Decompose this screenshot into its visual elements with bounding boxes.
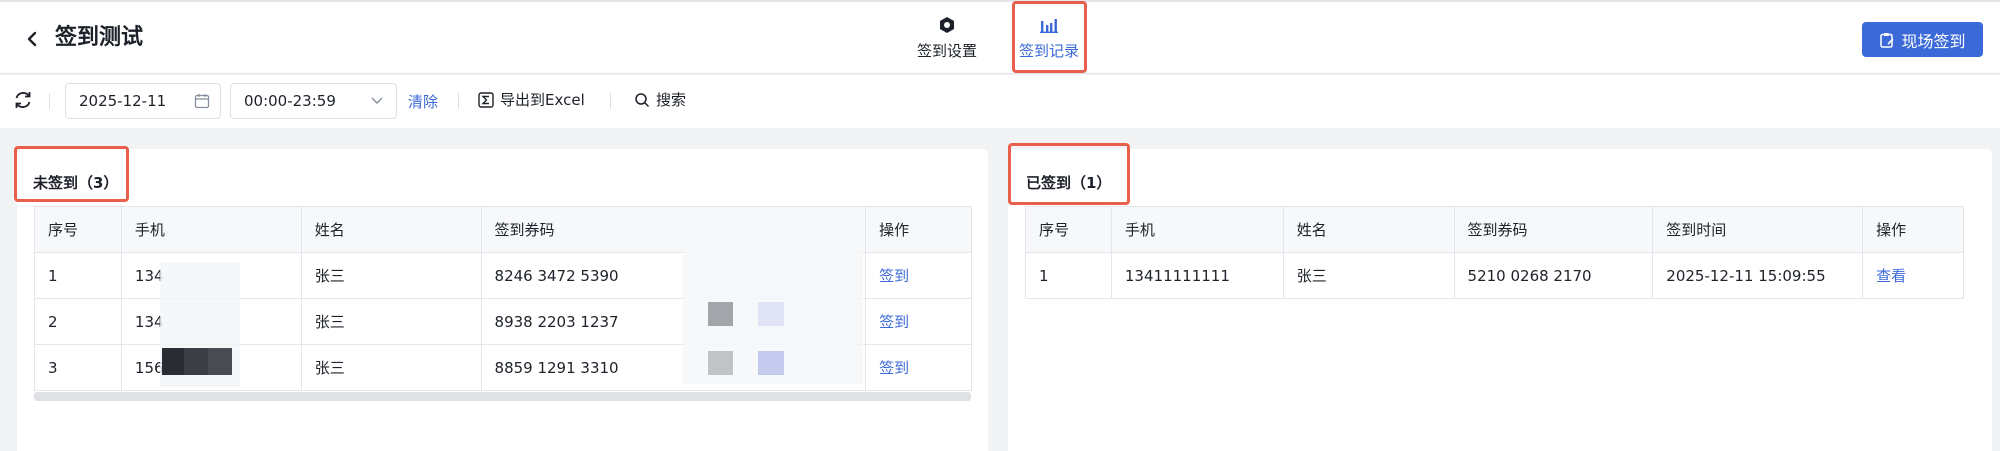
tab-label: 签到设置 bbox=[916, 42, 977, 60]
onsite-signin-button[interactable]: 现场签到 bbox=[1862, 22, 1983, 57]
redacted-block bbox=[708, 351, 733, 375]
signed-panel: 已签到（1） bbox=[1008, 149, 1992, 451]
column-header: 序号 bbox=[1025, 206, 1112, 253]
table-row: 1 13411111111 张三 5210 0268 2170 2025-12-… bbox=[1025, 252, 1964, 299]
column-header: 操作 bbox=[865, 206, 972, 253]
column-header: 签到时间 bbox=[1652, 206, 1864, 253]
column-header: 姓名 bbox=[300, 206, 482, 253]
signin-action-link[interactable]: 签到 bbox=[865, 252, 972, 299]
redacted-block bbox=[708, 302, 733, 326]
redacted-block bbox=[184, 348, 208, 375]
refresh-icon bbox=[15, 92, 31, 108]
column-header: 手机 bbox=[120, 206, 302, 253]
hexagon-settings-icon bbox=[940, 17, 954, 33]
chevron-down-icon bbox=[371, 97, 383, 104]
signin-action-link[interactable]: 签到 bbox=[865, 344, 972, 391]
clear-button[interactable]: 清除 bbox=[408, 91, 438, 112]
calendar-icon bbox=[194, 94, 210, 109]
horizontal-scrollbar[interactable] bbox=[34, 392, 971, 401]
row-number: 3 bbox=[34, 344, 122, 391]
app-header: 签到测试 签到设置 签到记录 现场签到 bbox=[0, 0, 2000, 74]
view-action-link[interactable]: 查看 bbox=[1862, 252, 1964, 299]
name-cell: 张三 bbox=[300, 298, 482, 345]
tab-label: 签到记录 bbox=[1018, 42, 1079, 60]
back-button[interactable] bbox=[22, 24, 44, 54]
time-range-select[interactable]: 00:00-23:59 bbox=[230, 83, 397, 119]
column-header: 手机 bbox=[1110, 206, 1284, 253]
date-value: 2025-12-11 bbox=[79, 92, 167, 110]
search-label: 搜索 bbox=[656, 91, 687, 109]
refresh-button[interactable] bbox=[12, 89, 34, 111]
toolbar: 2025-12-11 00:00-23:59 清除 导出到Excel 搜索 bbox=[0, 75, 2000, 128]
page-title: 签到测试 bbox=[55, 25, 144, 50]
search-button[interactable]: 搜索 bbox=[634, 89, 686, 110]
not-signed-title: 未签到（3） bbox=[33, 174, 119, 192]
row-number: 1 bbox=[34, 252, 122, 299]
signed-title: 已签到（1） bbox=[1026, 174, 1112, 192]
tab-signin-records[interactable]: 签到记录 bbox=[1001, 14, 1097, 66]
signed-table: 序号 手机 姓名 签到券码 签到时间 操作 1 13411111111 张三 5… bbox=[1025, 206, 1964, 299]
row-number: 2 bbox=[34, 298, 122, 345]
bar-chart-icon bbox=[1040, 19, 1058, 33]
name-cell: 张三 bbox=[1282, 252, 1455, 299]
table-header-row: 序号 手机 姓名 签到券码 操作 bbox=[34, 206, 972, 253]
divider bbox=[458, 93, 459, 109]
column-header: 姓名 bbox=[1282, 206, 1455, 253]
chevron-left-icon bbox=[27, 31, 37, 47]
divider bbox=[610, 93, 611, 109]
search-icon bbox=[635, 92, 650, 107]
code-cell: 5210 0268 2170 bbox=[1453, 252, 1654, 299]
divider bbox=[49, 93, 50, 109]
time-range-value: 00:00-23:59 bbox=[244, 92, 336, 110]
column-header: 序号 bbox=[34, 206, 122, 253]
column-header: 签到券码 bbox=[480, 206, 867, 253]
date-picker[interactable]: 2025-12-11 bbox=[65, 83, 221, 119]
redacted-block bbox=[208, 348, 232, 375]
clipboard-edit-icon bbox=[1880, 32, 1895, 48]
redacted-block bbox=[758, 302, 784, 326]
export-excel-button[interactable]: 导出到Excel bbox=[478, 89, 585, 110]
signin-time-cell: 2025-12-11 15:09:55 bbox=[1652, 252, 1864, 299]
table-header-row: 序号 手机 姓名 签到券码 签到时间 操作 bbox=[1025, 206, 1964, 253]
tab-signin-settings[interactable]: 签到设置 bbox=[899, 14, 995, 66]
redacted-block bbox=[162, 348, 184, 375]
name-cell: 张三 bbox=[300, 344, 482, 391]
onsite-signin-label: 现场签到 bbox=[1901, 31, 1966, 51]
column-header: 签到券码 bbox=[1453, 206, 1654, 253]
redacted-block bbox=[758, 351, 784, 375]
export-label: 导出到Excel bbox=[500, 91, 585, 109]
phone-cell: 13411111111 bbox=[1110, 252, 1284, 299]
signin-action-link[interactable]: 签到 bbox=[865, 298, 972, 345]
name-cell: 张三 bbox=[300, 252, 482, 299]
row-number: 1 bbox=[1025, 252, 1112, 299]
sigma-icon bbox=[478, 91, 494, 108]
column-header: 操作 bbox=[1862, 206, 1964, 253]
